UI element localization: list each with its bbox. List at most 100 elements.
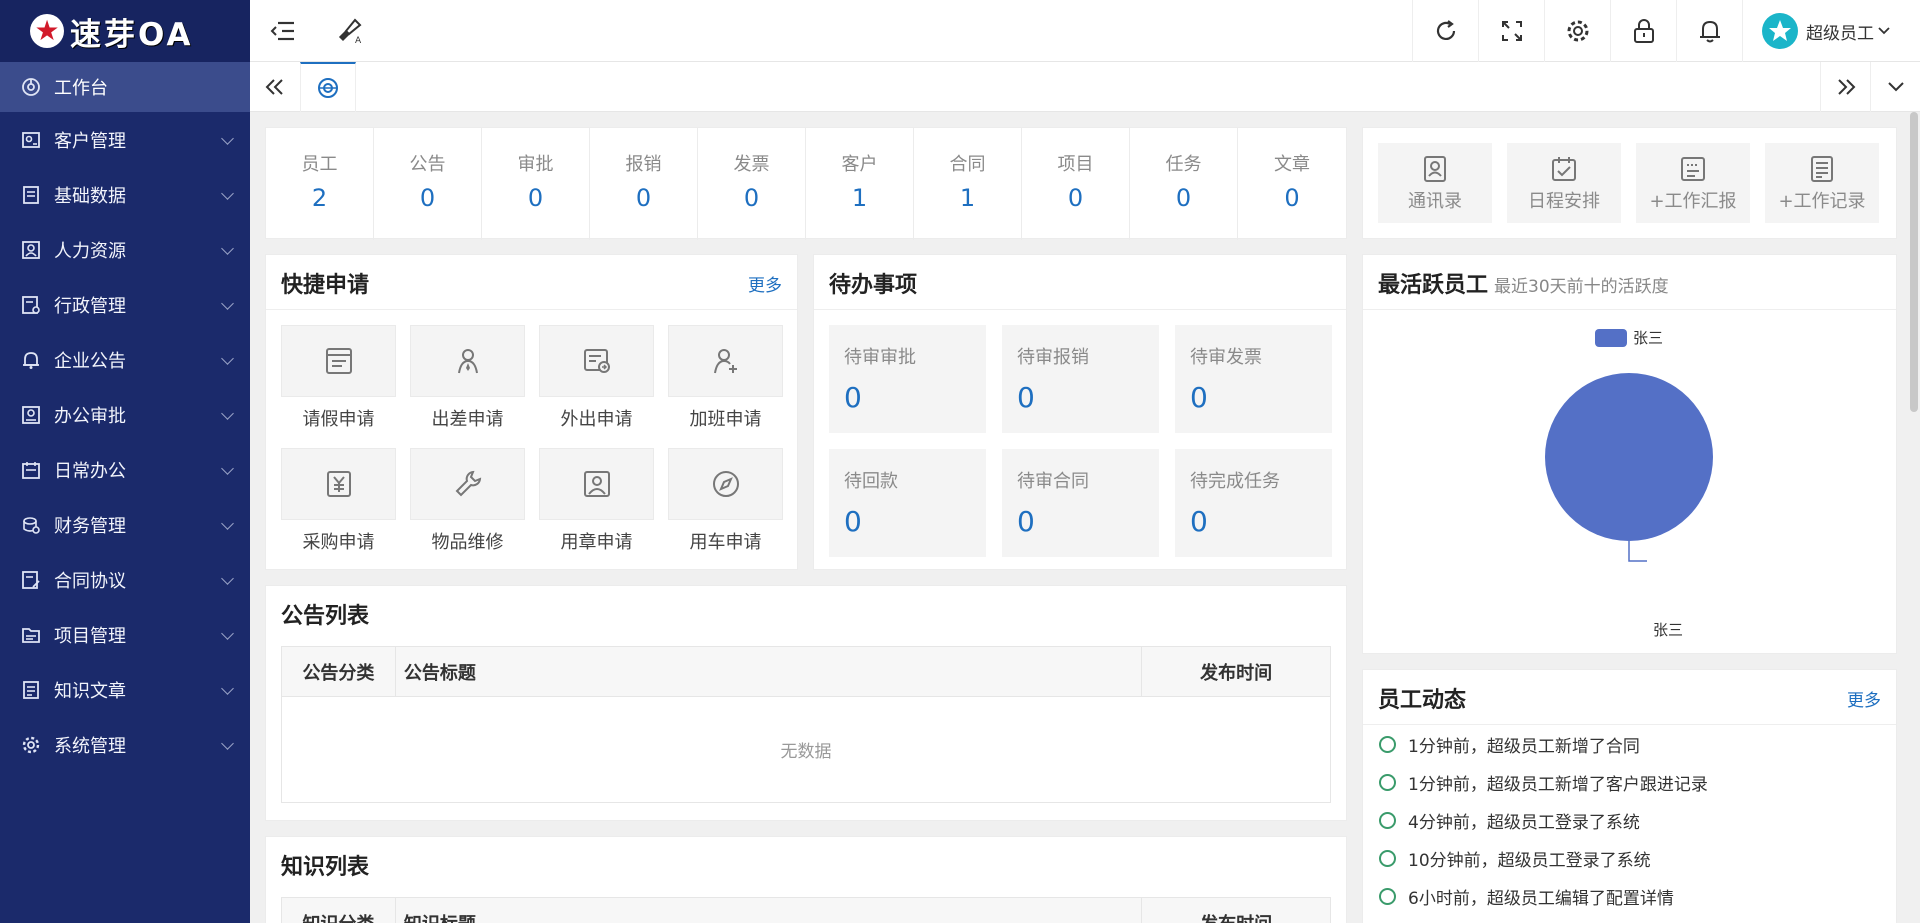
stat-tasks[interactable]: 任务 0: [1130, 128, 1238, 240]
stat-value: 0: [1175, 184, 1192, 212]
sidebar-item-label: 财务管理: [54, 515, 126, 537]
business-trip-apply-button[interactable]: [410, 325, 525, 397]
stat-value: 0: [419, 184, 436, 212]
schedule-button[interactable]: 日程安排: [1507, 143, 1621, 223]
finance-icon: [20, 514, 42, 536]
report-icon: [1679, 154, 1707, 184]
stat-invoices[interactable]: 发票 0: [698, 128, 806, 240]
overtime-apply-button[interactable]: [668, 325, 783, 397]
clean-cache-button[interactable]: A: [316, 0, 382, 62]
vehicle-apply-button[interactable]: [668, 448, 783, 520]
yen-document-icon: [324, 469, 354, 499]
lock-screen-button[interactable]: [1610, 0, 1676, 62]
sidebar-item-announcements[interactable]: 企业公告: [0, 332, 250, 387]
notice-list-card: 公告列表 公告分类 公告标题 发布时间 无数据: [265, 585, 1347, 821]
activity-more-link[interactable]: 更多: [1847, 686, 1881, 711]
stat-projects[interactable]: 项目 0: [1022, 128, 1130, 240]
page-scrollbar[interactable]: [1910, 112, 1918, 412]
sidebar-item-hr[interactable]: 人力资源: [0, 222, 250, 277]
user-name: 超级员工: [1806, 23, 1874, 44]
outing-apply-button[interactable]: [539, 325, 654, 397]
stat-employees[interactable]: 员工 2: [266, 128, 374, 240]
sidebar-item-approval[interactable]: 办公审批: [0, 387, 250, 442]
sidebar-item-label: 办公审批: [54, 405, 126, 427]
tab-scroll-right-button[interactable]: [1820, 62, 1870, 112]
sidebar-item-admin[interactable]: 行政管理: [0, 277, 250, 332]
add-work-record-button[interactable]: +工作记录: [1765, 143, 1879, 223]
theme-settings-button[interactable]: [1544, 0, 1610, 62]
pending-contract-item[interactable]: 待审合同 0: [1002, 449, 1159, 557]
dashboard-icon: [20, 76, 42, 98]
pending-value: 0: [844, 381, 862, 414]
user-menu[interactable]: 超级员工: [1762, 0, 1890, 62]
sidebar-item-system[interactable]: 系统管理: [0, 717, 250, 772]
stat-articles[interactable]: 文章 0: [1238, 128, 1346, 240]
fullscreen-button[interactable]: [1478, 0, 1544, 62]
sidebar-item-projects[interactable]: 项目管理: [0, 607, 250, 662]
sidebar-item-dashboard[interactable]: 工作台: [0, 62, 250, 112]
activity-item: 1分钟前，超级员工新增了合同: [1379, 732, 1640, 757]
pending-title: 待办事项: [829, 273, 918, 298]
contacts-button[interactable]: 通讯录: [1378, 143, 1492, 223]
svg-text:A: A: [355, 36, 362, 45]
sidebar-item-daily[interactable]: 日常办公: [0, 442, 250, 497]
caret-down-icon: [1878, 26, 1890, 36]
pending-expense-item[interactable]: 待审报销 0: [1002, 325, 1159, 433]
pending-label: 待审报销: [1017, 347, 1089, 368]
stat-label: 任务: [1165, 154, 1202, 175]
table-header-row: 公告分类 公告标题 发布时间: [281, 646, 1331, 697]
record-icon: [1808, 154, 1836, 184]
stat-label: 公告: [409, 154, 446, 175]
quick-apply-label: 采购申请: [302, 532, 375, 553]
pie-slice[interactable]: [1545, 373, 1713, 541]
stat-notices[interactable]: 公告 0: [374, 128, 482, 240]
tab-dashboard[interactable]: [300, 62, 356, 112]
traveler-icon: [453, 346, 483, 376]
pending-payment-item[interactable]: 待回款 0: [829, 449, 986, 557]
stat-customers[interactable]: 客户 1: [806, 128, 914, 240]
stat-approvals[interactable]: 审批 0: [482, 128, 590, 240]
stat-contracts[interactable]: 合同 1: [914, 128, 1022, 240]
notifications-button[interactable]: [1676, 0, 1742, 62]
activity-item: 10分钟前，超级员工登录了系统: [1379, 846, 1651, 871]
stats-card: 员工 2 公告 0 审批 0 报销 0 发票 0 客户 1 合同 1 项目 0 任务 0 文章 0: [265, 127, 1347, 240]
calendar-icon: [1550, 154, 1578, 184]
refresh-button[interactable]: [1412, 0, 1478, 62]
seal-apply-button[interactable]: [539, 448, 654, 520]
chevron-down-icon: [221, 132, 234, 145]
table-empty-row: 无数据: [281, 696, 1331, 803]
chevron-down-icon: [221, 572, 234, 585]
timeline-dot-icon: [1379, 850, 1396, 867]
tool-label: 通讯录: [1408, 191, 1462, 212]
pending-approval-item[interactable]: 待审审批 0: [829, 325, 986, 433]
tab-options-button[interactable]: [1870, 62, 1920, 112]
chart-legend[interactable]: 张三: [1595, 327, 1663, 348]
sidebar-item-basedata[interactable]: 基础数据: [0, 167, 250, 222]
quick-apply-label: 用车申请: [689, 532, 762, 553]
add-work-report-button[interactable]: +工作汇报: [1636, 143, 1750, 223]
sidebar-item-articles[interactable]: 知识文章: [0, 662, 250, 717]
menu-collapse-button[interactable]: [250, 0, 316, 62]
tab-scroll-left-button[interactable]: [250, 62, 300, 112]
chevron-down-icon: [221, 682, 234, 695]
star-logo-icon: ★: [30, 14, 64, 48]
activity-item: 1分钟前，超级员工新增了客户跟进记录: [1379, 770, 1708, 795]
pending-value: 0: [1190, 505, 1208, 538]
stat-label: 审批: [517, 154, 554, 175]
refresh-icon: [1433, 18, 1459, 44]
leave-apply-button[interactable]: [281, 325, 396, 397]
stat-expenses[interactable]: 报销 0: [590, 128, 698, 240]
repair-apply-button[interactable]: [410, 448, 525, 520]
notice-table: 公告分类 公告标题 发布时间 无数据: [281, 646, 1331, 803]
timeline-dot-icon: [1379, 812, 1396, 829]
sidebar-item-contracts[interactable]: 合同协议: [0, 552, 250, 607]
sidebar-item-customers[interactable]: 客户管理: [0, 112, 250, 167]
sidebar-item-label: 日常办公: [54, 460, 126, 482]
pending-task-item[interactable]: 待完成任务 0: [1175, 449, 1332, 557]
quick-apply-more-link[interactable]: 更多: [748, 271, 782, 296]
knowledge-table: 知识分类 知识标题 发布时间: [281, 897, 1331, 923]
purchase-apply-button[interactable]: [281, 448, 396, 520]
pending-invoice-item[interactable]: 待审发票 0: [1175, 325, 1332, 433]
sidebar-item-finance[interactable]: 财务管理: [0, 497, 250, 552]
tools-card: 通讯录 日程安排 +工作汇报 +工作记录: [1362, 127, 1897, 239]
